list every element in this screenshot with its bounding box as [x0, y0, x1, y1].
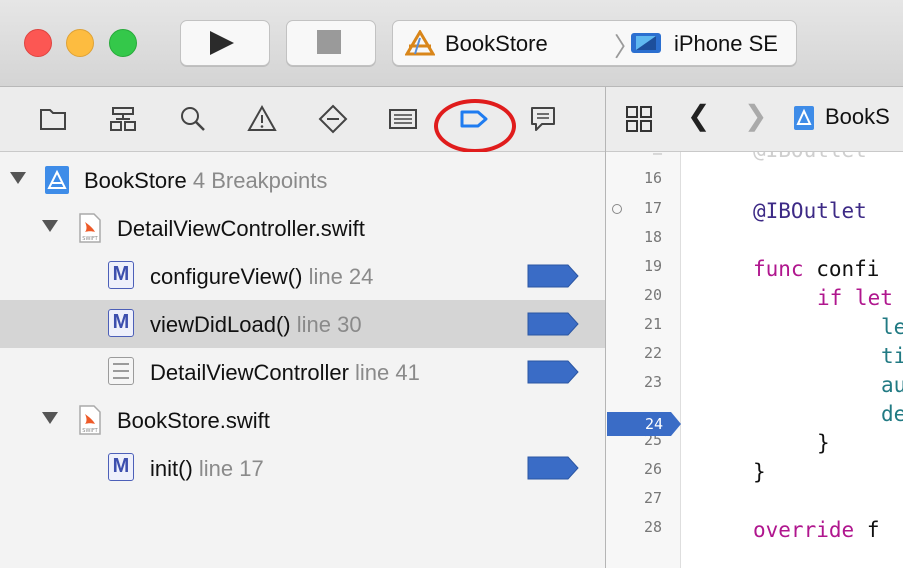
code-line-20: if let [817, 286, 893, 310]
report-navigator-icon[interactable] [527, 103, 559, 135]
line-number: 16 [643, 169, 662, 187]
minimize-window-button[interactable] [66, 29, 94, 57]
class-icon [108, 357, 134, 385]
code-line-25: } [817, 431, 830, 455]
line-number: 21 [643, 315, 662, 333]
breakpoint-navigator-list: BookStore 4 Breakpoints SWIFT DetailView… [0, 152, 605, 568]
stop-button[interactable] [286, 20, 376, 66]
breakpoint-symbol: configureView() [150, 264, 303, 289]
breakpoint-line: line 30 [296, 312, 362, 337]
code-line-23: au [881, 373, 903, 397]
file-row[interactable]: SWIFT DetailViewController.swift [0, 204, 605, 252]
scheme-name[interactable]: BookStore [445, 31, 548, 57]
method-icon: M [108, 309, 134, 337]
test-navigator-icon[interactable] [317, 103, 349, 135]
back-chevron-icon[interactable]: ❮ [687, 99, 710, 132]
breakpoint-symbol: viewDidLoad() [150, 312, 291, 337]
breakpoint-label: viewDidLoad() line 30 [150, 312, 362, 338]
breakpoint-marker-icon[interactable] [527, 312, 579, 336]
method-icon: M [108, 453, 134, 481]
breakpoint-line: line 17 [198, 456, 264, 481]
swift-file-icon: SWIFT [79, 213, 101, 243]
breakpoint-marker-icon[interactable] [527, 456, 579, 480]
file-name: BookStore.swift [117, 408, 270, 433]
line-number: 23 [643, 373, 662, 391]
app-target-icon [405, 30, 435, 56]
project-name: BookStore [84, 168, 187, 193]
code-line-28: override f [753, 518, 880, 542]
code-line-22: ti [881, 344, 903, 368]
gutter-breakpoint-icon[interactable]: 24 [607, 412, 683, 436]
close-window-button[interactable] [24, 29, 52, 57]
breakpoint-label: configureView() line 24 [150, 264, 373, 290]
breakpoint-label: DetailViewController line 41 [150, 360, 420, 386]
device-name[interactable]: iPhone SE [674, 31, 778, 57]
run-button[interactable] [180, 20, 270, 66]
iphone-device-icon [631, 33, 661, 53]
project-icon [45, 166, 69, 194]
line-number-gutter[interactable]: – 16 17 18 19 20 21 22 23 25 26 27 28 [606, 144, 681, 568]
swift-file-icon: SWIFT [79, 405, 101, 435]
project-navigator-icon[interactable] [37, 103, 69, 135]
breakpoint-label: init() line 17 [150, 456, 264, 482]
line-number: 20 [643, 286, 662, 304]
code-line-26: } [753, 460, 766, 484]
stop-icon [317, 30, 341, 54]
svg-text:SWIFT: SWIFT [82, 236, 98, 242]
line-number: 22 [643, 344, 662, 362]
line-number: – [652, 144, 662, 162]
code-line-24: de [881, 402, 903, 426]
breakpoint-row[interactable]: M configureView() line 24 [0, 252, 605, 300]
project-icon [794, 106, 814, 130]
find-navigator-icon[interactable] [177, 103, 209, 135]
breakpoint-row[interactable]: DetailViewController line 41 [0, 348, 605, 396]
breakpoint-row[interactable]: M init() line 17 [0, 444, 605, 492]
code-line-19: func confi [753, 257, 880, 281]
debug-navigator-icon[interactable] [387, 103, 419, 135]
method-icon: M [108, 261, 134, 289]
disclosure-triangle-icon[interactable] [42, 220, 58, 232]
breakpoint-marker-icon[interactable] [527, 360, 579, 384]
breakpoint-symbol: DetailViewController [150, 360, 349, 385]
active-line-number: 24 [645, 415, 663, 433]
breakpoint-count: 4 Breakpoints [192, 168, 328, 193]
scheme-selector[interactable]: BookStore 〉 iPhone SE [392, 20, 797, 66]
disclosure-triangle-icon[interactable] [42, 412, 58, 424]
issue-navigator-icon[interactable] [246, 103, 278, 135]
code-line-21: le [881, 315, 903, 339]
line-number: 19 [643, 257, 662, 275]
code-line-17: @IBOutlet [753, 199, 867, 223]
breakpoint-line: line 41 [355, 360, 420, 385]
breakpoint-line: line 24 [308, 264, 374, 289]
project-row[interactable]: BookStore 4 Breakpoints [0, 156, 605, 204]
code-fragment: @IBOutlet [753, 152, 867, 162]
disclosure-triangle-icon[interactable] [10, 172, 26, 184]
related-items-grid-icon[interactable] [624, 104, 654, 134]
breakpoint-symbol: init() [150, 456, 193, 481]
line-number: 18 [643, 228, 662, 246]
project-label: BookStore 4 Breakpoints [84, 168, 327, 194]
line-number: 27 [643, 489, 662, 507]
breakpoint-tab-highlight-circle [434, 99, 516, 153]
jump-bar-file-name[interactable]: BookS [825, 104, 890, 130]
source-editor[interactable]: @IBOutlet @IBOutlet func confi if let le… [681, 152, 903, 568]
file-row[interactable]: SWIFT BookStore.swift [0, 396, 605, 444]
play-icon [210, 31, 234, 55]
forward-chevron-icon[interactable]: ❯ [744, 99, 767, 132]
breakpoint-marker-icon[interactable] [527, 264, 579, 288]
line-number: 26 [643, 460, 662, 478]
file-name: DetailViewController.swift [117, 216, 365, 241]
line-number: 28 [643, 518, 662, 536]
symbol-navigator-icon[interactable] [107, 103, 139, 135]
line-number: 17 [643, 199, 662, 217]
toolbar: BookStore 〉 iPhone SE [0, 0, 903, 87]
breakpoint-row[interactable]: M viewDidLoad() line 30 [0, 300, 605, 348]
zoom-window-button[interactable] [109, 29, 137, 57]
svg-text:SWIFT: SWIFT [82, 428, 98, 434]
editor-jump-bar: ❮ ❯ BookS [606, 87, 903, 152]
